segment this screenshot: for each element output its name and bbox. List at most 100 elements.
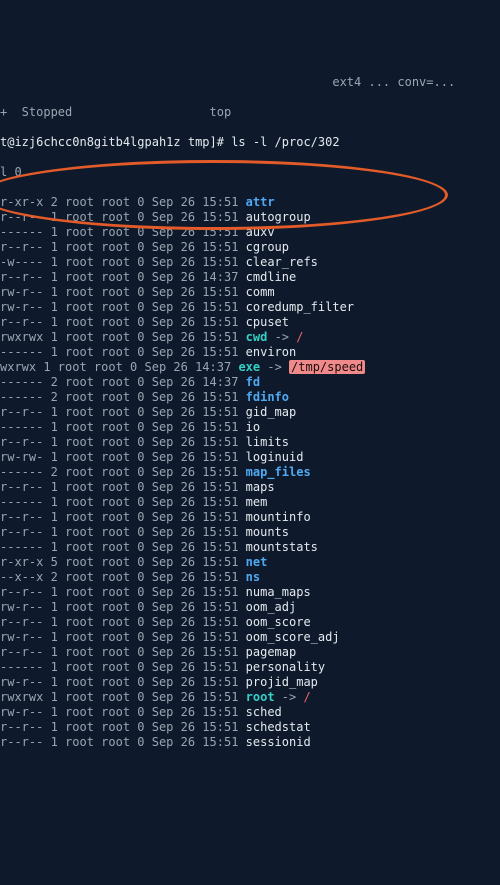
owner: root root 0 [58, 510, 145, 524]
terminal-wrap: { "header_right": "ext4 ... conv=...", "… [0, 15, 500, 810]
perm: ------ 1 [0, 420, 58, 434]
list-row: ------ 1 root root 0 Sep 26 15:51 mem [0, 495, 500, 510]
date: Sep 26 15:51 [145, 510, 246, 524]
list-row: rw-r-- 1 root root 0 Sep 26 15:51 sched [0, 705, 500, 720]
owner: root root 0 [58, 345, 145, 359]
date: Sep 26 15:51 [145, 570, 246, 584]
date: Sep 26 15:51 [145, 600, 246, 614]
perm: r--r-- 1 [0, 315, 58, 329]
file-name: root [246, 690, 275, 704]
owner: root root 0 [58, 210, 145, 224]
file-name: pagemap [246, 645, 297, 659]
owner: root root 0 [58, 585, 145, 599]
prompt-line[interactable]: t@izj6chcc0n8gitb4lgpah1z tmp]# ls -l /p… [0, 135, 500, 150]
owner: root root 0 [58, 435, 145, 449]
date: Sep 26 15:51 [145, 585, 246, 599]
file-name: cpuset [246, 315, 289, 329]
file-name: comm [246, 285, 275, 299]
list-row: ------ 2 root root 0 Sep 26 15:51 fdinfo [0, 390, 500, 405]
owner: root root 0 [58, 675, 145, 689]
date: Sep 26 15:51 [145, 645, 246, 659]
perm: r--r-- 1 [0, 720, 58, 734]
perm: -w---- 1 [0, 255, 58, 269]
date: Sep 26 15:51 [145, 390, 246, 404]
perm: r-xr-x 5 [0, 555, 58, 569]
perm: ------ 2 [0, 465, 58, 479]
owner: root root 0 [58, 630, 145, 644]
file-name: environ [246, 345, 297, 359]
file-name: net [246, 555, 268, 569]
perm: r--r-- 1 [0, 510, 58, 524]
file-name: sched [246, 705, 282, 719]
file-name: limits [246, 435, 289, 449]
list-row: r--r-- 1 root root 0 Sep 26 15:51 autogr… [0, 210, 500, 225]
date: Sep 26 14:37 [145, 375, 246, 389]
arrow-icon: -> [260, 360, 289, 374]
owner: root root 0 [58, 525, 145, 539]
perm: r--r-- 1 [0, 270, 58, 284]
list-row: --x--x 2 root root 0 Sep 26 15:51 ns [0, 570, 500, 585]
owner: root root 0 [58, 420, 145, 434]
owner: root root 0 [58, 315, 145, 329]
date: Sep 26 15:51 [145, 195, 246, 209]
list-row: r--r-- 1 root root 0 Sep 26 15:51 numa_m… [0, 585, 500, 600]
list-row: ------ 2 root root 0 Sep 26 14:37 fd [0, 375, 500, 390]
list-row: r--r-- 1 root root 0 Sep 26 15:51 gid_ma… [0, 405, 500, 420]
date: Sep 26 15:51 [145, 300, 246, 314]
perm: rwxrwx 1 [0, 330, 58, 344]
date: Sep 26 15:51 [145, 555, 246, 569]
owner: root root 0 [58, 270, 145, 284]
perm: ------ 1 [0, 660, 58, 674]
owner: root root 0 [58, 645, 145, 659]
owner: root root 0 [58, 450, 145, 464]
perm: rw-r-- 1 [0, 300, 58, 314]
file-listing: r-xr-x 2 root root 0 Sep 26 15:51 attrr-… [0, 195, 500, 750]
file-name: sessionid [246, 735, 311, 749]
perm: r-xr-x 2 [0, 195, 58, 209]
list-row: rw-r-- 1 root root 0 Sep 26 15:51 coredu… [0, 300, 500, 315]
perm: rw-r-- 1 [0, 600, 58, 614]
date: Sep 26 15:51 [145, 405, 246, 419]
date: Sep 26 15:51 [145, 720, 246, 734]
perm: r--r-- 1 [0, 240, 58, 254]
file-name: clear_refs [246, 255, 318, 269]
owner: root root 0 [58, 660, 145, 674]
date: Sep 26 15:51 [145, 450, 246, 464]
file-name: loginuid [246, 450, 304, 464]
list-row: rw-r-- 1 root root 0 Sep 26 15:51 oom_ad… [0, 600, 500, 615]
file-name: cwd [246, 330, 268, 344]
file-name: auxv [246, 225, 275, 239]
owner: root root 0 [58, 555, 145, 569]
file-name: io [246, 420, 260, 434]
perm: rw-r-- 1 [0, 630, 58, 644]
file-name: oom_adj [246, 600, 297, 614]
date: Sep 26 15:51 [145, 525, 246, 539]
list-row: r--r-- 1 root root 0 Sep 26 15:51 limits [0, 435, 500, 450]
owner: root root 0 [58, 330, 145, 344]
file-name: schedstat [246, 720, 311, 734]
date: Sep 26 15:51 [145, 225, 246, 239]
list-row: ------ 1 root root 0 Sep 26 15:51 auxv [0, 225, 500, 240]
owner: root root 0 [58, 480, 145, 494]
list-row: wxrwx 1 root root 0 Sep 26 14:37 exe -> … [0, 360, 500, 375]
file-name: map_files [246, 465, 311, 479]
file-name: cmdline [246, 270, 297, 284]
date: Sep 26 15:51 [145, 435, 246, 449]
file-name: numa_maps [246, 585, 311, 599]
file-name: oom_score_adj [246, 630, 340, 644]
list-row: r-xr-x 2 root root 0 Sep 26 15:51 attr [0, 195, 500, 210]
perm: ------ 1 [0, 540, 58, 554]
list-row: rw-r-- 1 root root 0 Sep 26 15:51 comm [0, 285, 500, 300]
date: Sep 26 15:51 [145, 255, 246, 269]
date: Sep 26 15:51 [145, 480, 246, 494]
file-name: mounts [246, 525, 289, 539]
list-row: r--r-- 1 root root 0 Sep 26 15:51 pagema… [0, 645, 500, 660]
perm: rw-r-- 1 [0, 285, 58, 299]
owner: root root 0 [58, 255, 145, 269]
date: Sep 26 15:51 [145, 240, 246, 254]
perm: r--r-- 1 [0, 435, 58, 449]
date: Sep 26 14:37 [145, 270, 246, 284]
owner: root root 0 [58, 690, 145, 704]
perm: r--r-- 1 [0, 615, 58, 629]
list-row: r--r-- 1 root root 0 Sep 26 15:51 oom_sc… [0, 615, 500, 630]
